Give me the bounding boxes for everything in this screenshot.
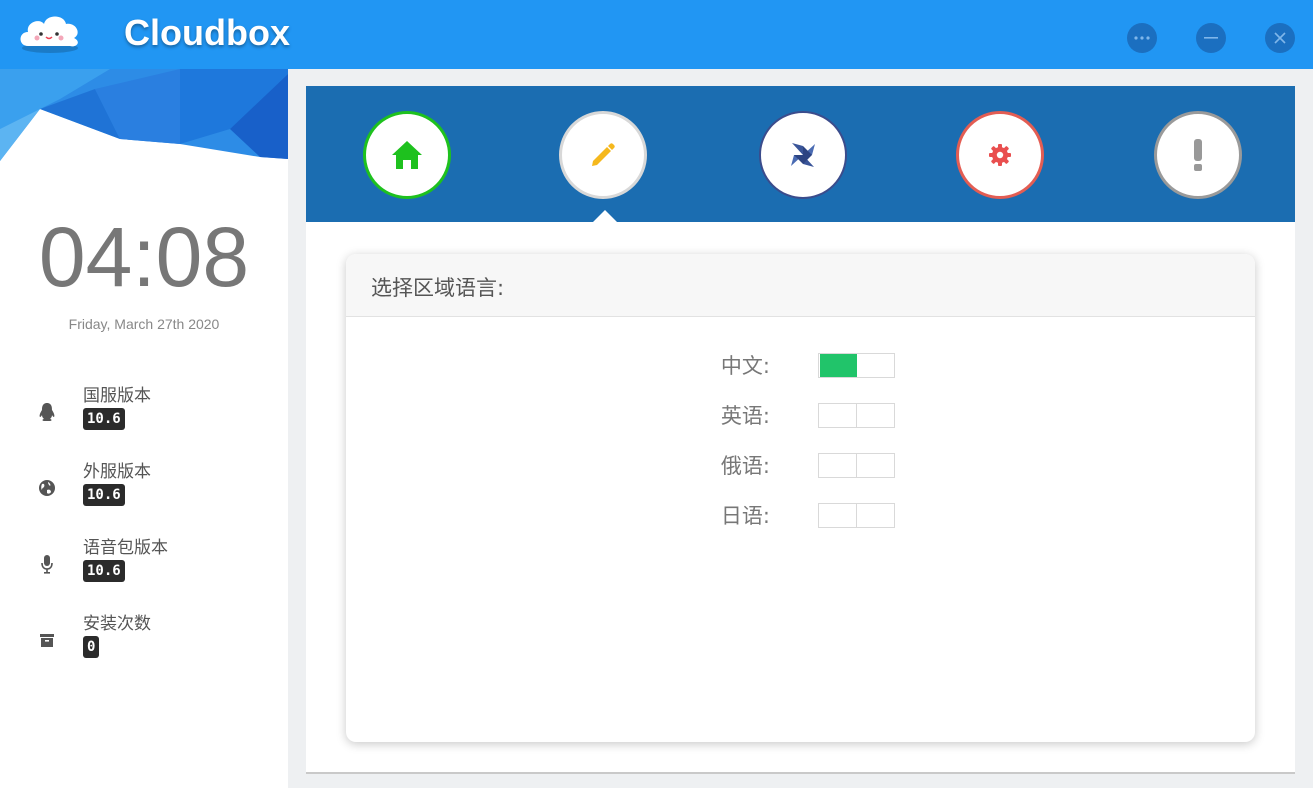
title-bar: Cloudbox [0,0,1313,69]
toggle-divider [856,454,857,477]
gear-icon [989,144,1011,166]
nav-bar [306,86,1295,222]
home-icon [392,141,422,169]
close-icon [1274,32,1286,44]
nav-home-button[interactable] [363,111,451,199]
lang-label: 中文: [720,354,770,378]
stat-value-badge: 0 [83,636,100,658]
cloud-logo-icon [16,8,84,56]
stat-label: 外服版本 [83,462,151,482]
nav-settings-button[interactable] [956,111,1044,199]
nav-about-button[interactable] [1154,111,1242,199]
lang-toggle-english[interactable] [818,403,895,428]
toggle-divider [856,504,857,527]
more-button[interactable] [1127,23,1157,53]
pencil-icon [592,143,615,166]
stat-value-badge: 10.6 [83,408,125,430]
lang-row-japanese: 日语: [346,503,1255,533]
nav-pinwheel-button[interactable] [759,111,847,199]
lang-row-chinese: 中文: [346,353,1255,383]
microphone-icon [36,553,58,575]
nav-edit-button[interactable] [559,111,647,199]
app-title: Cloudbox [124,12,290,53]
stat-global-version: 外服版本 10.6 [36,457,276,517]
toggle-on-fill [820,354,857,377]
stat-value-badge: 10.6 [83,484,125,506]
minimize-button[interactable] [1196,23,1226,53]
active-tab-pointer [593,210,617,222]
archive-box-icon [36,629,58,651]
date-label: Friday, March 27th 2020 [68,316,220,332]
pinwheel-icon [791,143,815,167]
exclamation-icon [1194,139,1202,171]
card-title: 选择区域语言: [346,254,1255,317]
lang-toggle-chinese[interactable] [818,353,895,378]
more-icon [1134,36,1150,40]
globe-icon [36,477,58,499]
lang-label: 英语: [720,404,770,428]
clock: 04:08 [38,210,250,304]
stat-label: 安装次数 [83,614,151,634]
lang-label: 日语: [720,504,770,528]
lang-toggle-japanese[interactable] [818,503,895,528]
language-card: 选择区域语言: 中文: 英语: 俄语: 日语: [346,254,1255,742]
stat-label: 语音包版本 [83,538,168,558]
minimize-icon [1204,37,1218,39]
stat-cn-version: 国服版本 10.6 [36,381,276,441]
close-button[interactable] [1265,23,1295,53]
toggle-divider [856,404,857,427]
sidebar-banner [0,69,288,161]
stat-label: 国服版本 [83,386,151,406]
lang-label: 俄语: [720,454,770,478]
stat-voice-version: 语音包版本 10.6 [36,533,276,593]
lang-row-russian: 俄语: [346,453,1255,483]
sidebar: 04:08 Friday, March 27th 2020 国服版本 10.6 … [0,69,288,788]
lang-toggle-russian[interactable] [818,453,895,478]
main-panel: 选择区域语言: 中文: 英语: 俄语: 日语: [306,86,1295,774]
qq-penguin-icon [36,401,58,423]
lang-row-english: 英语: [346,403,1255,433]
stat-value-badge: 10.6 [83,560,125,582]
stat-install-count: 安装次数 0 [36,609,276,669]
